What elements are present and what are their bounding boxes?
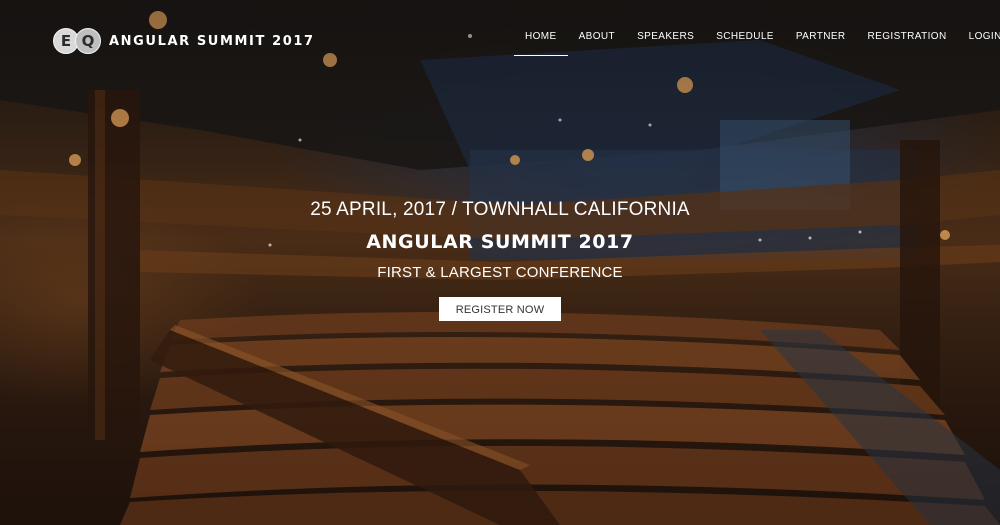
nav-item-login[interactable]: LOGIN — [958, 27, 1000, 56]
event-title: ANGULAR SUMMIT 2017 — [366, 231, 634, 253]
nav-item-schedule[interactable]: SCHEDULE — [705, 27, 785, 56]
hero-section: E Q ANGULAR SUMMIT 2017 HOME ABOUT SPEAK… — [0, 0, 1000, 525]
brand-name: ANGULAR SUMMIT 2017 — [109, 33, 315, 49]
brand-link[interactable]: E Q ANGULAR SUMMIT 2017 — [53, 27, 315, 55]
main-nav: HOME ABOUT SPEAKERS SCHEDULE PARTNER REG… — [514, 27, 1000, 56]
event-tagline: FIRST & LARGEST CONFERENCE — [377, 264, 623, 281]
nav-item-home[interactable]: HOME — [514, 27, 568, 56]
nav-item-partner[interactable]: PARTNER — [785, 27, 857, 56]
nav-item-registration[interactable]: REGISTRATION — [857, 27, 958, 56]
nav-item-about[interactable]: ABOUT — [568, 27, 626, 56]
brand-logo: E Q — [53, 28, 101, 54]
nav-item-speakers[interactable]: SPEAKERS — [626, 27, 705, 56]
hero-content: 25 APRIL, 2017 / TOWNHALL CALIFORNIA ANG… — [0, 196, 1000, 321]
register-now-button[interactable]: REGISTER NOW — [439, 297, 561, 321]
logo-letter-q: Q — [75, 28, 101, 54]
top-navbar: E Q ANGULAR SUMMIT 2017 HOME ABOUT SPEAK… — [0, 0, 1000, 82]
event-date-location: 25 APRIL, 2017 / TOWNHALL CALIFORNIA — [310, 199, 690, 220]
